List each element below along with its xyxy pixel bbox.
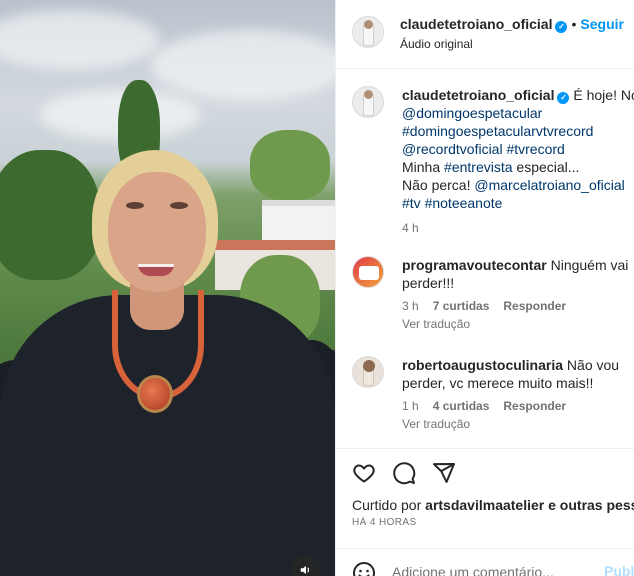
- person-eye: [126, 202, 144, 209]
- post-actions: Curtido por artsdavilmaatelier e outras …: [336, 448, 634, 548]
- comment-likes[interactable]: 4 curtidas: [433, 399, 490, 413]
- liked-by-text: Curtido por artsdavilmaatelier e outras …: [352, 497, 634, 513]
- commenter-avatar[interactable]: [352, 356, 384, 388]
- hashtag-link[interactable]: #tv #noteeanote: [402, 195, 502, 211]
- like-button[interactable]: [352, 461, 376, 485]
- caption-content: claudetetroiano_oficial ✓ É hoje! No @dom…: [402, 86, 634, 236]
- cloud: [150, 30, 335, 100]
- post-header: claudetetroiano_oficial ✓ • Seguir Áudio or…: [336, 0, 634, 69]
- liked-by-user[interactable]: artsdavilmaatelier: [425, 497, 544, 513]
- cloud: [0, 10, 160, 70]
- caption-text: especial...: [512, 159, 580, 175]
- comment-likes[interactable]: 7 curtidas: [433, 299, 490, 313]
- person-eye: [170, 202, 188, 209]
- emoji-icon: [353, 562, 375, 576]
- caption-username[interactable]: claudetetroiano_oficial: [402, 87, 554, 103]
- commenter-username[interactable]: programavoutecontar: [402, 257, 547, 273]
- post-sidebar: claudetetroiano_oficial ✓ • Seguir Áudio or…: [335, 0, 634, 576]
- publish-button[interactable]: Publicar: [604, 563, 634, 576]
- mention-link[interactable]: @domingoespetacular: [402, 105, 542, 121]
- author-username[interactable]: claudetetroiano_oficial: [400, 16, 552, 32]
- header-title-row: claudetetroiano_oficial ✓ • Seguir: [400, 16, 624, 34]
- mention-link[interactable]: @recordtvoficial #tvrecord: [402, 141, 565, 157]
- action-icons: [352, 461, 456, 487]
- pendant: [137, 375, 173, 413]
- caption-text: É hoje! No: [573, 87, 634, 103]
- share-icon: [433, 463, 455, 483]
- caption-text: Minha: [402, 159, 445, 175]
- caption-timestamp[interactable]: 4 h: [402, 221, 419, 235]
- author-avatar[interactable]: [352, 86, 384, 118]
- comment-content: programavoutecontar Ninguém vai perder!!…: [402, 256, 634, 332]
- comment-meta: 1 h 4 curtidas Responder: [402, 398, 634, 414]
- caption-text: Não perca!: [402, 177, 475, 193]
- share-button[interactable]: [432, 461, 456, 485]
- liked-by-prefix: Curtido por: [352, 497, 426, 513]
- reply-button[interactable]: Responder: [503, 399, 566, 413]
- speaker-icon: [300, 565, 309, 575]
- emoji-button[interactable]: [352, 561, 376, 576]
- author-avatar[interactable]: [352, 16, 384, 48]
- audio-label[interactable]: Áudio original: [400, 37, 473, 51]
- comment-meta: 3 h 7 curtidas Responder: [402, 298, 634, 314]
- comment-time[interactable]: 3 h: [402, 299, 419, 313]
- heart-icon: [353, 464, 375, 483]
- hashtag-link[interactable]: #domingoespetacularvtvrecord: [402, 123, 593, 139]
- translate-link[interactable]: Ver tradução: [402, 316, 634, 332]
- separator-dot: •: [571, 16, 577, 32]
- person: [0, 150, 335, 576]
- comment-content: robertoaugustoculinaria Não vou perder, …: [402, 356, 634, 432]
- comment-time[interactable]: 1 h: [402, 399, 419, 413]
- comments-list[interactable]: claudetetroiano_oficial ✓ É hoje! No @dom…: [336, 70, 634, 448]
- verified-badge-icon: ✓: [557, 92, 570, 104]
- caption-time: 4 h: [402, 220, 634, 236]
- commenter-avatar[interactable]: [352, 256, 384, 288]
- comment-button[interactable]: [392, 461, 416, 485]
- mention-link[interactable]: @marcelatroiano_oficial: [474, 177, 624, 193]
- translate-link[interactable]: Ver tradução: [402, 416, 634, 432]
- verified-badge-icon: ✓: [555, 21, 568, 33]
- hashtag-link[interactable]: #entrevista: [444, 159, 512, 175]
- add-comment-bar: Publicar: [336, 548, 634, 576]
- liked-by-others[interactable]: e outras pessoas: [544, 497, 634, 513]
- comment-icon: [393, 462, 416, 485]
- follow-button[interactable]: Seguir: [580, 16, 624, 32]
- reply-button[interactable]: Responder: [503, 299, 566, 313]
- video-player[interactable]: [0, 0, 335, 576]
- commenter-username[interactable]: robertoaugustoculinaria: [402, 357, 563, 373]
- comment-input[interactable]: [392, 561, 582, 576]
- post-time[interactable]: HÁ 4 HORAS: [352, 517, 417, 528]
